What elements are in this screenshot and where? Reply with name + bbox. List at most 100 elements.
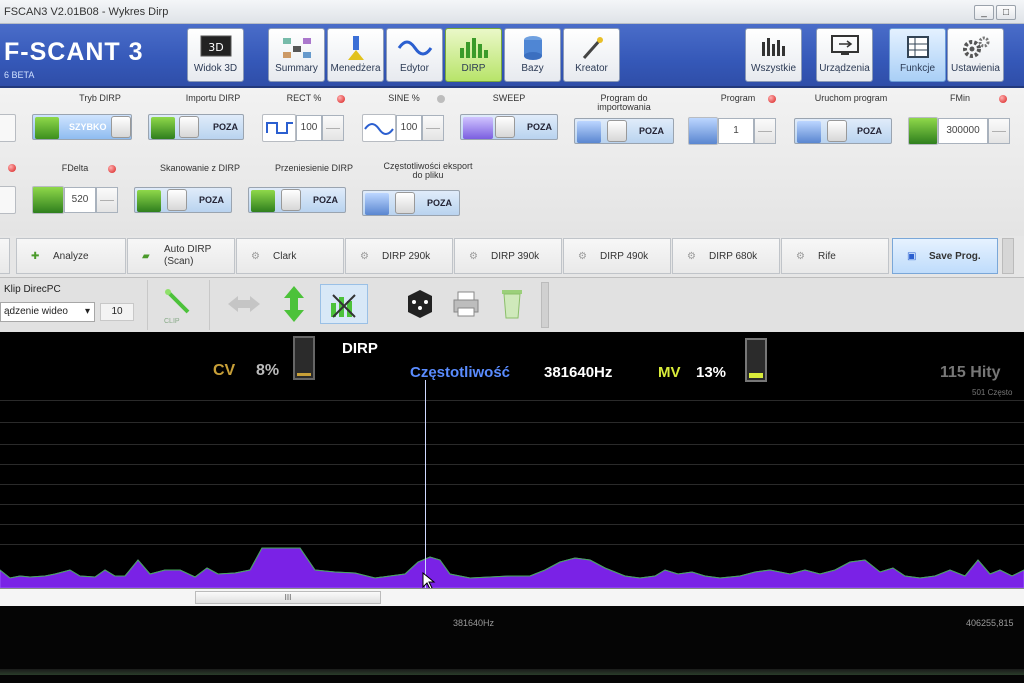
fdelta-spinner[interactable]: [96, 187, 118, 213]
fmin-spinner[interactable]: [988, 118, 1010, 144]
tabs-scroll[interactable]: [1002, 238, 1014, 274]
rect-indicator: [337, 95, 345, 103]
clip-label: CLIP: [164, 318, 180, 325]
scan-icon: [137, 190, 161, 212]
mv-value: 13%: [696, 364, 727, 381]
preset-rife[interactable]: ⚙ Rife: [781, 238, 889, 274]
frequency-value: 381640Hz: [544, 364, 613, 381]
fmin-icon: [908, 117, 938, 145]
graph-scrollbar[interactable]: III: [0, 588, 1024, 606]
bars-icon: [746, 29, 801, 63]
chevron-down-icon: ▾: [84, 306, 90, 317]
przeniesienie-label: Przeniesienie DIRP: [274, 163, 354, 173]
print-button[interactable]: [448, 286, 488, 326]
preset-analyze[interactable]: ✚ Analyze: [16, 238, 126, 274]
window-title: FSCAN3 V2.01B08 - Wykres Dirp: [4, 6, 169, 18]
frequency-label: Częstotliwość: [410, 364, 511, 381]
sine-label: SINE %: [388, 93, 420, 103]
cursor-frequency-label: 381640Hz: [453, 618, 495, 628]
nav-wszystkie[interactable]: Wszystkie: [745, 28, 802, 82]
clip-count[interactable]: 10: [100, 303, 134, 321]
partial-tab[interactable]: [0, 238, 10, 274]
nav-menedzera[interactable]: Menedżera: [327, 28, 384, 82]
random-button[interactable]: [400, 286, 440, 326]
database-icon: [505, 29, 560, 63]
move-horizontal-button[interactable]: [224, 286, 264, 326]
nav-funkcje[interactable]: Funkcje: [889, 28, 946, 82]
preset-auto-dirp[interactable]: ▰ Auto DIRP (Scan): [127, 238, 235, 274]
dice-icon: [408, 290, 432, 318]
fdelta-indicator: [108, 165, 116, 173]
uruchom-toggle[interactable]: POZA: [794, 118, 892, 144]
nav-dirp[interactable]: DIRP: [445, 28, 502, 82]
nav-urzadzenia[interactable]: Urządzenia: [816, 28, 873, 82]
dirp-graph: CV 8% DIRP Częstotliwość 381640Hz MV 13%…: [0, 332, 1024, 588]
save-program-button[interactable]: ▣ Save Prog.: [892, 238, 998, 274]
restore-button[interactable]: □: [996, 5, 1016, 20]
program-input[interactable]: 1: [718, 118, 754, 144]
program-indicator: [768, 95, 776, 103]
preset-dirp-390k[interactable]: ⚙ DIRP 390k: [454, 238, 562, 274]
gear-icon: ⚙: [796, 251, 805, 262]
preset-dirp-290k[interactable]: ⚙ DIRP 290k: [345, 238, 453, 274]
preset-dirp-490k[interactable]: ⚙ DIRP 490k: [563, 238, 671, 274]
preset-dirp-680k[interactable]: ⚙ DIRP 680k: [672, 238, 780, 274]
przeniesienie-toggle[interactable]: POZA: [248, 187, 346, 213]
gear-icon: ⚙: [251, 251, 260, 262]
clip-group: Klip DirecPC ądzenie wideo ▾ 10: [0, 280, 148, 330]
fmin-label: FMin: [950, 93, 970, 103]
minimize-button[interactable]: _: [974, 5, 994, 20]
rect-spinner[interactable]: [322, 115, 344, 141]
clip-button[interactable]: CLIP: [148, 280, 210, 330]
device-icon: [817, 29, 872, 63]
clear-chart-button[interactable]: [320, 284, 368, 324]
partial-control[interactable]: [0, 114, 16, 142]
importu-dirp-label: Importu DIRP: [185, 93, 241, 103]
preset-clark[interactable]: ⚙ Clark: [236, 238, 344, 274]
scrollbar-thumb[interactable]: III: [195, 591, 381, 604]
frequency-cursor[interactable]: [425, 380, 426, 588]
nav-widok-3d[interactable]: 3D Widok 3D: [187, 28, 244, 82]
uruchom-label: Uruchom program: [814, 93, 888, 103]
gear-icon: [948, 29, 1003, 63]
preset-tabs: ✚ Analyze ▰ Auto DIRP (Scan) ⚙ Clark ⚙ D…: [0, 236, 1024, 278]
sine-input[interactable]: 100: [396, 115, 422, 141]
cv-value: 8%: [256, 362, 280, 379]
header-ribbon: F-SCANT 3 6 BETA 3D Widok 3D Summary Men…: [0, 24, 1024, 88]
program-import-toggle[interactable]: POZA: [574, 118, 674, 144]
row2-indicator: [8, 164, 16, 172]
tryb-dirp-toggle[interactable]: SZYBKO: [32, 114, 132, 140]
toolbar-scroll[interactable]: [541, 282, 549, 328]
fdelta-input[interactable]: 520: [64, 187, 96, 213]
floppy-icon: ▣: [907, 251, 917, 262]
star-icon: [35, 117, 59, 139]
sine-spinner[interactable]: [422, 115, 444, 141]
nav-kreator[interactable]: Kreator: [563, 28, 620, 82]
eksport-toggle[interactable]: POZA: [362, 190, 460, 216]
fmin-input[interactable]: 300000: [938, 118, 988, 144]
video-device-select[interactable]: ądzenie wideo ▾: [0, 302, 95, 322]
play-icon: [797, 121, 821, 143]
dirp-chart-icon: [446, 29, 501, 63]
rect-label: RECT %: [286, 93, 322, 103]
move-vertical-button[interactable]: [274, 284, 314, 324]
delete-button[interactable]: [494, 284, 534, 324]
axis-end-label: 406255,815: [966, 618, 1014, 628]
importu-dirp-toggle[interactable]: POZA: [148, 114, 244, 140]
spectrum-area: [0, 547, 1024, 588]
program-import-label: Program do importowania: [597, 93, 651, 112]
sweep-toggle[interactable]: POZA: [460, 114, 558, 140]
nav-summary[interactable]: Summary: [268, 28, 325, 82]
printer-icon: [453, 291, 479, 317]
program-spinner[interactable]: [754, 118, 776, 144]
vertical-arrows-icon: [284, 286, 304, 322]
summary-icon: [269, 29, 324, 63]
sweep-icon: [463, 117, 493, 139]
graph-title: DIRP: [342, 340, 378, 357]
partial-control-2[interactable]: [0, 186, 16, 214]
rect-input[interactable]: 100: [296, 115, 322, 141]
skan-toggle[interactable]: POZA: [134, 187, 232, 213]
nav-edytor[interactable]: Edytor: [386, 28, 443, 82]
nav-bazy[interactable]: Bazy: [504, 28, 561, 82]
nav-ustawienia[interactable]: Ustawienia: [947, 28, 1004, 82]
